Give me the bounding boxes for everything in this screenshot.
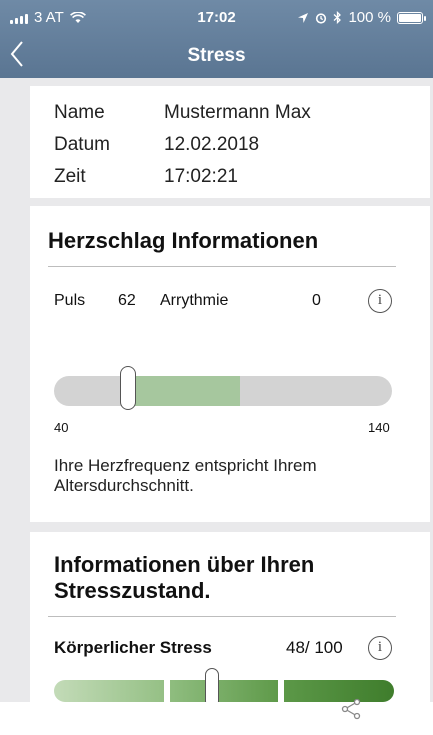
share-button[interactable] [340, 698, 362, 720]
stress-section-title: Informationen über Ihren Stresszustand. [54, 552, 315, 603]
share-icon [341, 698, 361, 720]
bluetooth-icon [334, 11, 342, 24]
header: 3 AT 17:02 100 % Stress [0, 0, 433, 78]
stress-segment-mid [170, 680, 278, 702]
stress-divider [48, 616, 396, 617]
measurement-info-card: Name Mustermann Max Datum 12.02.2018 Zei… [30, 86, 430, 198]
pulse-label: Puls [54, 292, 86, 309]
stress-segment-high [284, 680, 394, 702]
physical-stress-label: Körperlicher Stress [54, 638, 212, 657]
heart-rate-range-track [54, 376, 392, 406]
status-bar: 3 AT 17:02 100 % [0, 0, 433, 30]
battery-label: 100 % [348, 9, 391, 26]
heart-rate-indicator [120, 366, 136, 410]
status-right: 100 % [297, 9, 426, 26]
heart-rate-card: Herzschlag Informationen Puls 62 Arrythm… [30, 206, 430, 522]
heart-section-title: Herzschlag Informationen [48, 228, 319, 253]
name-label: Name [54, 102, 105, 123]
time-value: 17:02:21 [164, 166, 238, 187]
name-value: Mustermann Max [164, 102, 311, 123]
alarm-icon [316, 12, 327, 24]
stress-segment-low [54, 680, 164, 702]
info-icon[interactable]: i [368, 636, 392, 660]
heart-rate-description: Ihre Herzfrequenz entspricht Ihrem Alter… [54, 456, 317, 495]
arrhythmia-value: 0 [312, 292, 321, 309]
range-min-label: 40 [54, 420, 69, 435]
stress-card: Informationen über Ihren Stresszustand. … [30, 532, 430, 708]
heart-divider [48, 266, 396, 267]
pulse-value: 62 [118, 292, 136, 309]
arrhythmia-label: Arrythmie [160, 292, 229, 309]
physical-stress-value: 48/ 100 [286, 638, 343, 657]
normal-range-zone [134, 376, 240, 406]
bottom-toolbar [0, 702, 433, 735]
location-icon [298, 12, 309, 23]
range-max-label: 140 [368, 420, 390, 435]
page-title: Stress [187, 45, 246, 66]
stress-screen: 3 AT 17:02 100 % Stress Name Mustermann … [0, 0, 433, 735]
time-label: Zeit [54, 166, 86, 187]
info-icon[interactable]: i [368, 289, 392, 313]
date-label: Datum [54, 134, 110, 155]
date-value: 12.02.2018 [164, 134, 260, 155]
battery-icon [397, 11, 426, 24]
